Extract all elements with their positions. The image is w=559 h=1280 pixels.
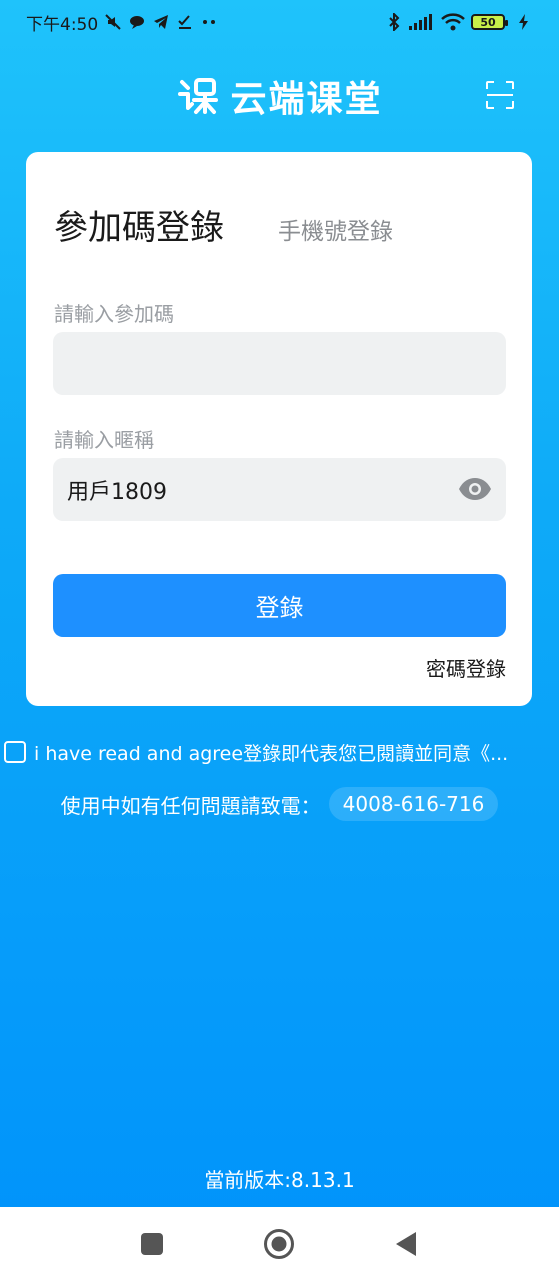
- support-text: 使用中如有任何問題請致電：: [60, 793, 321, 818]
- task-check-icon: [176, 13, 194, 31]
- home-circle-icon[interactable]: [263, 1228, 295, 1260]
- tab-code-login[interactable]: 參加碼登錄: [54, 200, 224, 249]
- support-row: 使用中如有任何問題請致電： 4008-616-716: [0, 787, 559, 821]
- battery-icon: 50: [471, 14, 508, 30]
- password-login-link[interactable]: 密碼登錄: [426, 653, 506, 682]
- status-time: 下午4:50: [26, 14, 99, 35]
- agreement-checkbox[interactable]: [4, 741, 26, 763]
- eye-icon[interactable]: [458, 476, 492, 502]
- charging-icon: [515, 13, 533, 31]
- mute-icon: [104, 13, 122, 31]
- cloud-classroom-logo-icon: [178, 78, 219, 114]
- status-right: 50: [385, 13, 533, 31]
- login-tabs: 參加碼登錄 手機號登錄: [54, 200, 393, 249]
- app-name: 云端课堂: [230, 79, 383, 120]
- nickname-input[interactable]: 用戶1809: [53, 458, 506, 521]
- bluetooth-icon: [385, 13, 403, 31]
- code-field-label: 請輸入參加碼: [54, 302, 174, 326]
- code-input[interactable]: [53, 332, 506, 395]
- chat-bubble-icon: [128, 13, 146, 31]
- agreement-text[interactable]: i have read and agree登錄即代表您已閱讀並同意《...: [34, 739, 508, 766]
- app-header: 云端课堂: [0, 64, 559, 128]
- signal-icon: [409, 13, 435, 31]
- app-logo: 云端课堂: [176, 70, 382, 122]
- status-bar: 下午4:50 50: [0, 0, 559, 44]
- support-phone-link[interactable]: 4008-616-716: [328, 787, 499, 821]
- back-triangle-icon[interactable]: [392, 1229, 422, 1259]
- recents-square-icon[interactable]: [137, 1229, 167, 1259]
- version-label: 當前版本:8.13.1: [204, 1168, 355, 1192]
- tab-phone-login[interactable]: 手機號登錄: [278, 212, 393, 246]
- status-left: 下午4:50: [26, 10, 218, 35]
- nickname-input-value: 用戶1809: [67, 479, 167, 505]
- more-dots-icon: [200, 13, 218, 31]
- system-nav-bar: [0, 1207, 559, 1280]
- agreement-row: i have read and agree登錄即代表您已閱讀並同意《...: [4, 738, 559, 766]
- telegram-icon: [152, 13, 170, 31]
- nickname-field-label: 請輸入暱稱: [54, 428, 154, 452]
- login-button[interactable]: 登錄: [53, 574, 506, 637]
- scan-icon[interactable]: [485, 80, 515, 110]
- wifi-icon: [441, 13, 465, 31]
- login-card: 參加碼登錄 手機號登錄 請輸入參加碼 請輸入暱稱 用戶1809 登錄 密碼登錄: [26, 152, 532, 706]
